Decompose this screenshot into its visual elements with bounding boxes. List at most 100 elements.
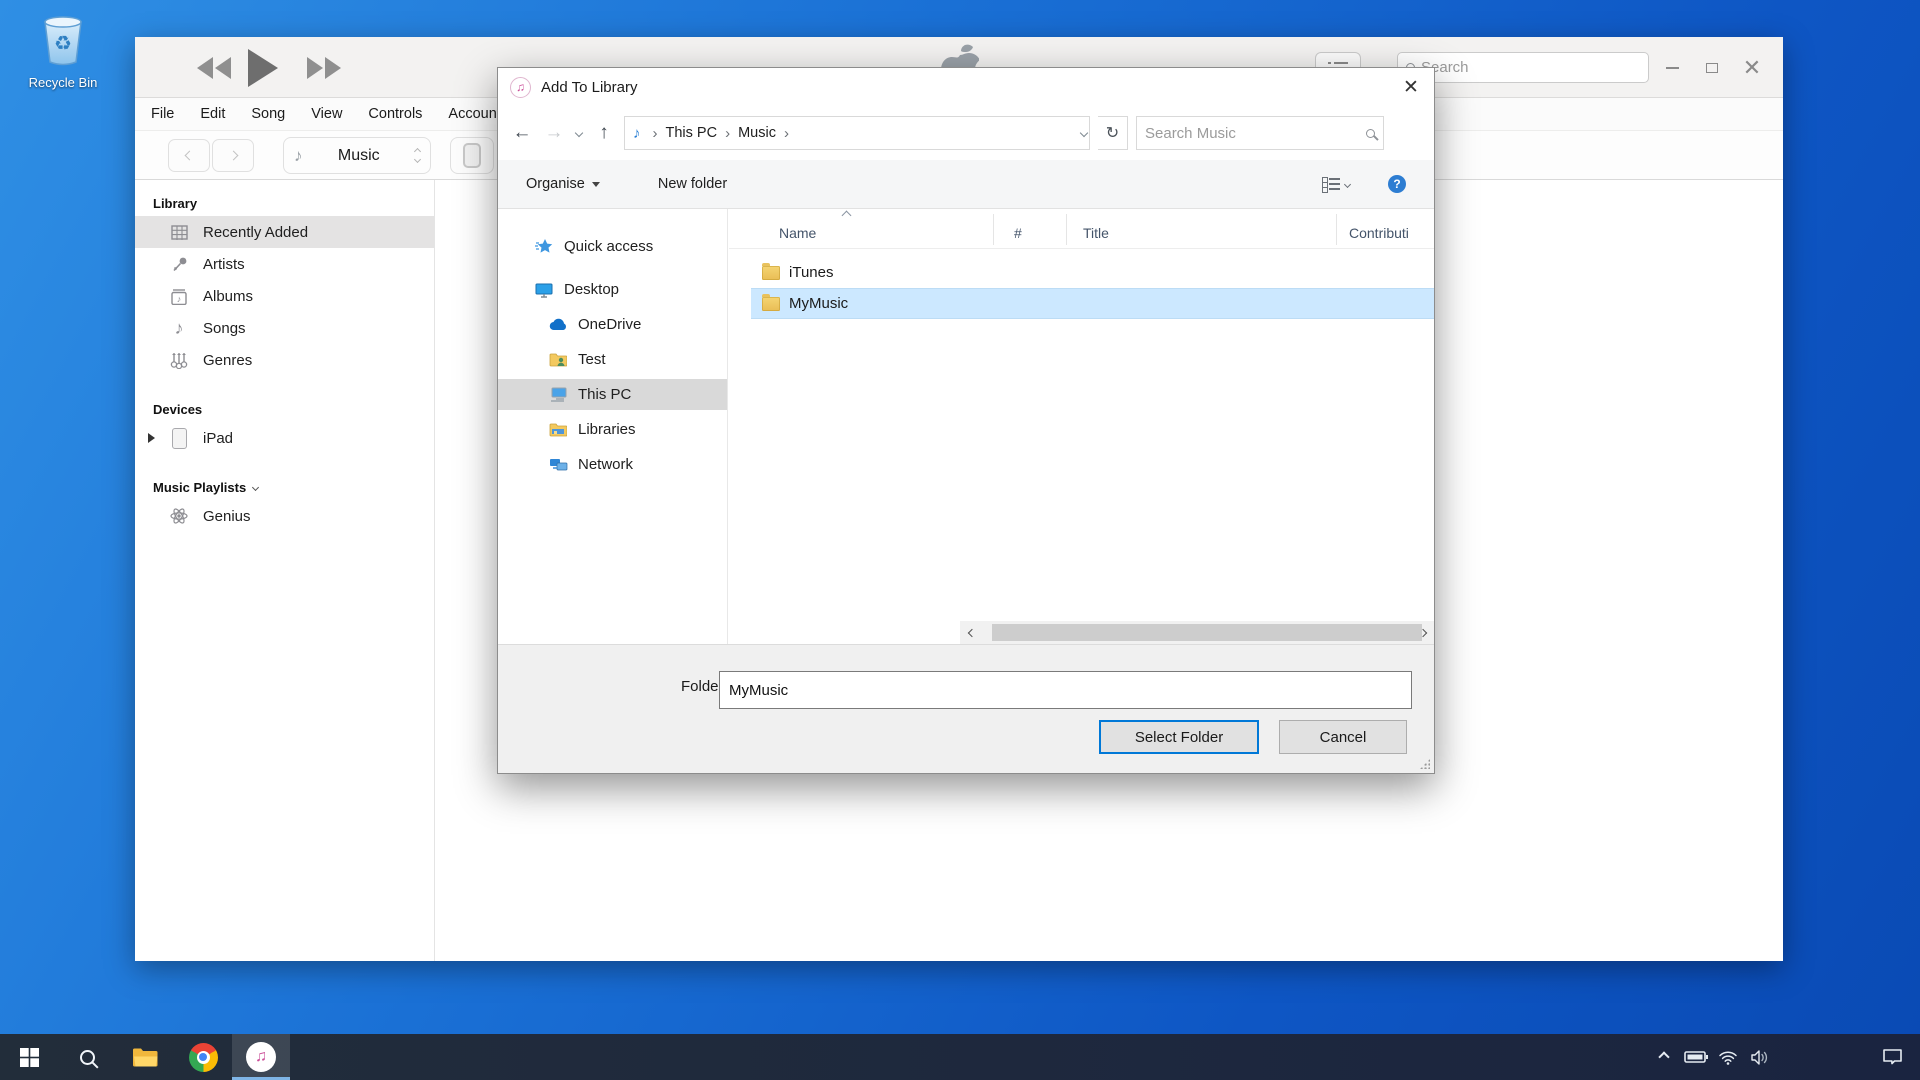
- svg-text:♻: ♻: [54, 33, 72, 55]
- menu-song[interactable]: Song: [251, 106, 285, 122]
- nav-item-onedrive[interactable]: OneDrive: [498, 309, 727, 340]
- change-view-button[interactable]: [1322, 175, 1350, 193]
- sidebar-item-songs[interactable]: ♪ Songs: [135, 312, 434, 344]
- devices-header: Devices: [153, 402, 434, 417]
- dialog-footer: Folder: Select Folder Cancel: [498, 644, 1434, 773]
- nav-item-this-pc[interactable]: This PC: [498, 379, 727, 410]
- navigation-pane: Quick access Desktop OneDrive Test: [498, 209, 728, 644]
- maximize-button[interactable]: [1697, 37, 1727, 98]
- file-row-mymusic[interactable]: MyMusic: [751, 288, 1434, 319]
- battery-icon: [1684, 1051, 1708, 1063]
- dialog-search-input[interactable]: [1145, 125, 1360, 142]
- music-playlists-header[interactable]: Music Playlists: [153, 480, 434, 495]
- sidebar-item-albums[interactable]: ♪ Albums: [135, 280, 434, 312]
- menu-view[interactable]: View: [311, 106, 342, 122]
- sidebar-item-genres[interactable]: Genres: [135, 344, 434, 376]
- computer-icon: [548, 387, 568, 403]
- scrollbar-thumb[interactable]: [992, 624, 1422, 641]
- menu-edit[interactable]: Edit: [200, 106, 225, 122]
- library-header: Library: [153, 196, 434, 211]
- address-dropdown-chevron-icon[interactable]: [1080, 129, 1088, 137]
- network-icon: [548, 457, 568, 473]
- column-name[interactable]: Name: [729, 209, 994, 248]
- chevron-right-icon: [228, 151, 238, 161]
- refresh-button[interactable]: ↻: [1098, 116, 1128, 150]
- scroll-right-arrow[interactable]: [1411, 621, 1434, 644]
- expand-arrow-icon[interactable]: [148, 433, 155, 443]
- sidebar-item-artists[interactable]: Artists: [135, 248, 434, 280]
- device-button[interactable]: [450, 137, 494, 174]
- menu-file[interactable]: File: [151, 106, 174, 122]
- file-explorer-icon: [132, 1047, 159, 1068]
- dialog-navbar: ← → ↑ ♪ › This PC › Music › ↻: [498, 106, 1434, 160]
- dialog-close-button[interactable]: ✕: [1388, 68, 1434, 106]
- nav-item-libraries[interactable]: Libraries: [498, 414, 727, 445]
- fast-forward-button[interactable]: [307, 57, 341, 79]
- new-folder-button[interactable]: New folder: [658, 176, 727, 192]
- tray-chevron-up[interactable]: [1648, 1034, 1680, 1080]
- taskbar-search-button[interactable]: [58, 1034, 116, 1080]
- minimize-button[interactable]: [1657, 37, 1687, 98]
- help-button[interactable]: ?: [1388, 175, 1406, 193]
- sidebar-item-recently-added[interactable]: Recently Added: [135, 216, 434, 248]
- nav-item-label: This PC: [578, 386, 631, 403]
- column-number[interactable]: #: [994, 209, 1067, 248]
- folder-name-input[interactable]: [719, 671, 1412, 709]
- organise-button[interactable]: Organise: [526, 176, 600, 192]
- taskbar-itunes[interactable]: ♫: [232, 1034, 290, 1080]
- nav-item-label: Desktop: [564, 281, 619, 298]
- music-note-icon: ♪: [294, 146, 303, 166]
- nav-item-network[interactable]: Network: [498, 449, 727, 480]
- itunes-icon: ♫: [510, 77, 531, 98]
- dialog-titlebar[interactable]: ♫ Add To Library: [498, 68, 1434, 106]
- file-row-itunes[interactable]: iTunes: [751, 257, 1434, 288]
- select-folder-button[interactable]: Select Folder: [1099, 720, 1259, 754]
- column-title[interactable]: Title: [1067, 209, 1337, 248]
- play-button[interactable]: [248, 49, 278, 92]
- forward-button[interactable]: [212, 139, 254, 172]
- cancel-button[interactable]: Cancel: [1279, 720, 1407, 754]
- back-arrow-icon[interactable]: ←: [510, 122, 534, 144]
- dialog-search-field[interactable]: [1136, 116, 1384, 150]
- nav-item-test[interactable]: Test: [498, 344, 727, 375]
- tray-battery[interactable]: [1680, 1034, 1712, 1080]
- action-center-button[interactable]: [1864, 1034, 1920, 1080]
- itunes-search-input[interactable]: [1421, 59, 1640, 76]
- horizontal-scrollbar[interactable]: [960, 621, 1434, 644]
- sidebar-item-label: Recently Added: [203, 224, 308, 241]
- sidebar-item-label: Genres: [203, 352, 252, 369]
- close-button[interactable]: ✕: [1737, 37, 1767, 98]
- start-button[interactable]: [0, 1034, 58, 1080]
- chevron-down-icon: [1344, 180, 1351, 187]
- folder-icon: [762, 297, 780, 311]
- ipad-icon: [168, 428, 190, 449]
- menu-controls[interactable]: Controls: [368, 106, 422, 122]
- recycle-bin-icon: ♻: [39, 12, 87, 66]
- resize-grip[interactable]: [1420, 759, 1430, 769]
- sidebar-item-genius[interactable]: Genius: [135, 500, 434, 532]
- desktop-icon: [534, 282, 554, 298]
- taskbar-chrome[interactable]: [174, 1034, 232, 1080]
- nav-item-desktop[interactable]: Desktop: [498, 274, 727, 305]
- forward-arrow-icon[interactable]: →: [542, 122, 566, 144]
- recent-locations-chevron-icon[interactable]: [575, 129, 583, 137]
- sidebar-item-ipad[interactable]: iPad: [135, 422, 434, 454]
- taskbar: ♫: [0, 1034, 1920, 1080]
- taskbar-file-explorer[interactable]: [116, 1034, 174, 1080]
- breadcrumb-this-pc[interactable]: This PC: [666, 125, 718, 141]
- breadcrumb-music[interactable]: Music: [738, 125, 776, 141]
- recycle-bin[interactable]: ♻ Recycle Bin: [22, 12, 104, 90]
- up-arrow-icon[interactable]: ↑: [592, 122, 616, 144]
- media-kind-dropdown[interactable]: ♪ Music: [283, 137, 431, 174]
- rewind-button[interactable]: [197, 57, 231, 79]
- back-button[interactable]: [168, 139, 210, 172]
- menu-account[interactable]: Account: [448, 106, 500, 122]
- scroll-left-arrow[interactable]: [960, 621, 983, 644]
- tray-wifi[interactable]: [1712, 1034, 1744, 1080]
- column-contributing-artists[interactable]: Contributi: [1337, 209, 1434, 248]
- nav-item-quick-access[interactable]: Quick access: [498, 231, 727, 262]
- libraries-icon: [548, 422, 568, 437]
- tray-volume[interactable]: [1744, 1034, 1776, 1080]
- updown-chevrons-icon: [415, 149, 420, 162]
- address-bar[interactable]: ♪ › This PC › Music ›: [624, 116, 1090, 150]
